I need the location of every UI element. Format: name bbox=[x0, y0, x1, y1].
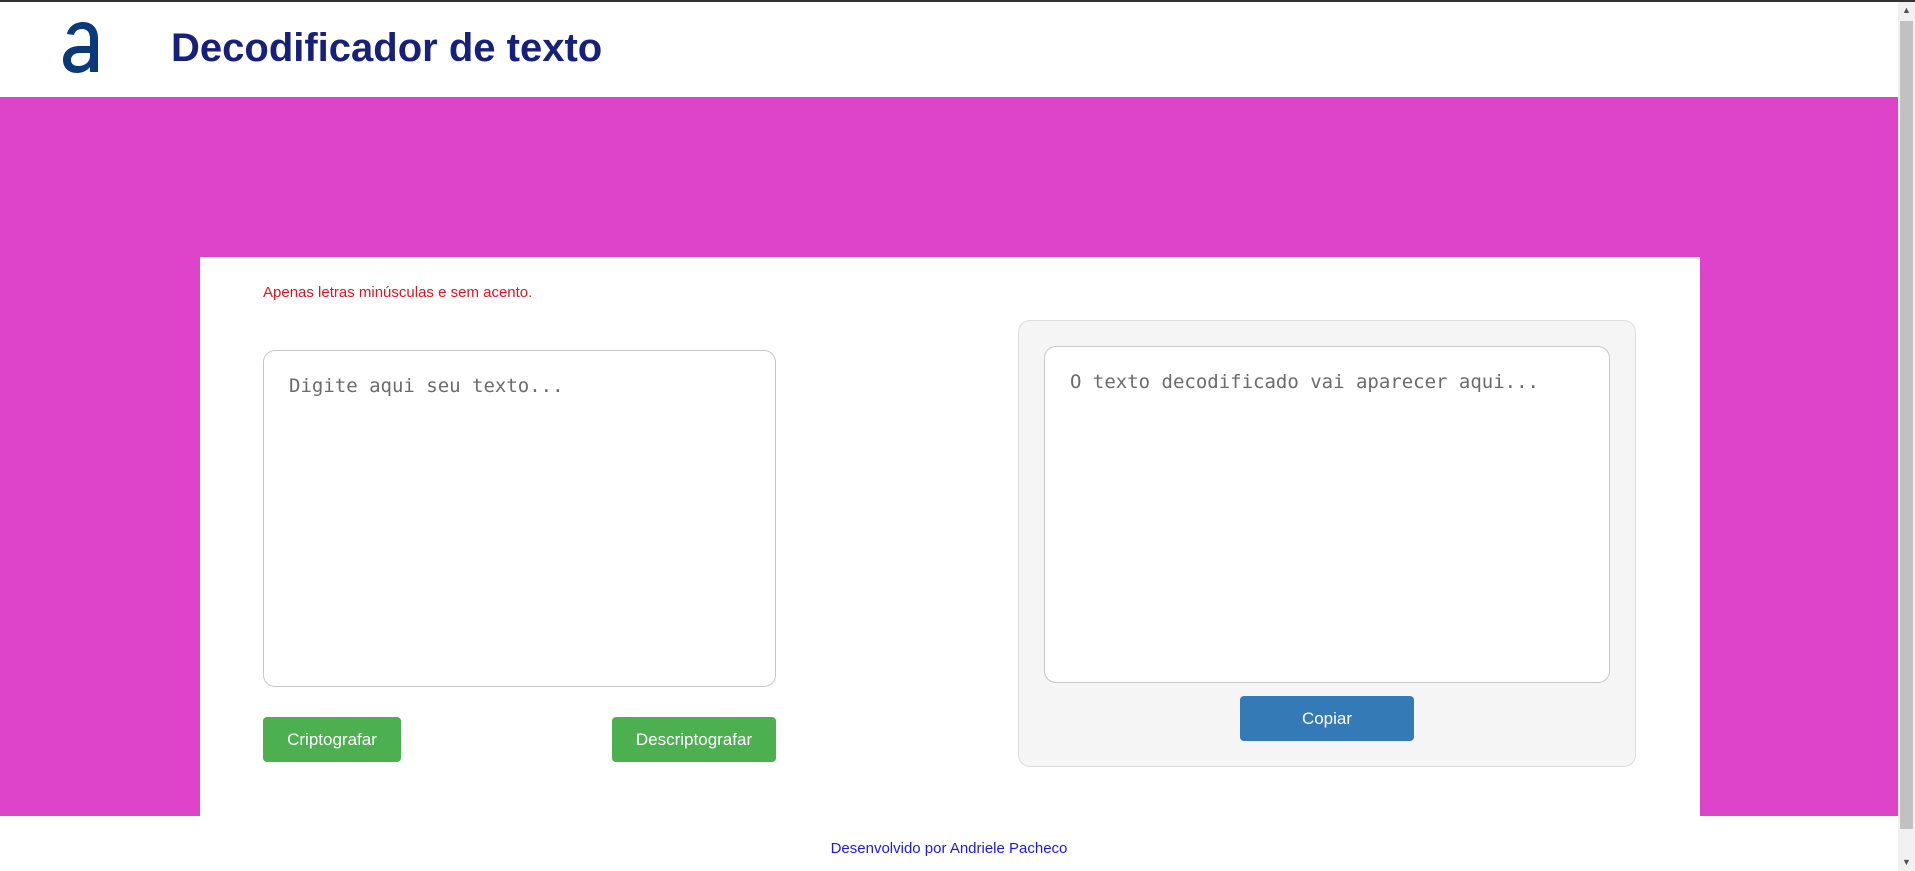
output-textarea[interactable] bbox=[1044, 346, 1610, 683]
copy-button[interactable]: Copiar bbox=[1240, 696, 1414, 741]
scroll-down-arrow-icon[interactable]: ▼ bbox=[1898, 854, 1915, 871]
page-header: Decodificador de texto bbox=[0, 2, 1898, 97]
main-band: Apenas letras minúsculas e sem acento. C… bbox=[0, 97, 1898, 851]
scroll-up-arrow-icon[interactable]: ▲ bbox=[1898, 2, 1915, 19]
page-scrollbar[interactable]: ▲ ▼ bbox=[1898, 2, 1915, 871]
encrypt-button[interactable]: Criptografar bbox=[263, 717, 401, 762]
input-hint: Apenas letras minúsculas e sem acento. bbox=[263, 284, 533, 301]
page-title: Decodificador de texto bbox=[171, 26, 603, 70]
alura-a-logo-icon bbox=[63, 22, 98, 73]
output-panel: Copiar bbox=[1018, 320, 1636, 767]
decrypt-button[interactable]: Descriptografar bbox=[612, 717, 776, 762]
scrollbar-thumb[interactable] bbox=[1900, 21, 1913, 829]
main-card: Apenas letras minúsculas e sem acento. C… bbox=[200, 257, 1700, 851]
footer-credit[interactable]: Desenvolvido por Andriele Pacheco bbox=[0, 840, 1898, 857]
text-input[interactable] bbox=[263, 350, 776, 687]
